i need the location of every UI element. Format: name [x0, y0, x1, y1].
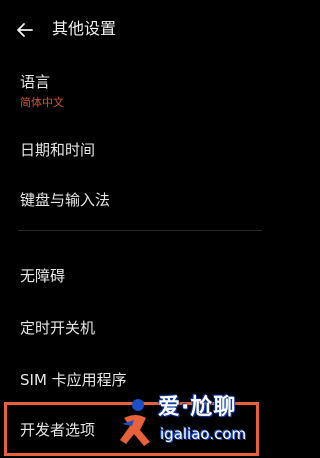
menu-item-label: 语言	[20, 73, 51, 91]
settings-screen: 其他设置 语言 简体中文 日期和时间 键盘与输入法 无障碍 定时开关机 SIM …	[0, 0, 262, 458]
arrow-left-icon	[12, 17, 38, 43]
header-bar: 其他设置	[0, 0, 262, 60]
runner-logo-icon	[116, 396, 160, 452]
menu-item-label: 无障碍	[20, 267, 66, 285]
menu-item-sublabel: 简体中文	[20, 96, 64, 109]
menu-item-label: 键盘与输入法	[20, 191, 111, 209]
menu-item-date-time[interactable]: 日期和时间	[0, 128, 262, 172]
watermark-url: igaliao.com	[160, 425, 247, 443]
section-divider	[18, 230, 262, 231]
menu-item-scheduled-power[interactable]: 定时开关机	[0, 306, 262, 350]
page-title: 其他设置	[52, 19, 117, 38]
back-button[interactable]	[12, 17, 38, 43]
menu-item-keyboard-input[interactable]: 键盘与输入法	[0, 178, 262, 222]
menu-item-language[interactable]: 语言 简体中文	[0, 64, 262, 116]
menu-item-label: 日期和时间	[20, 141, 96, 159]
menu-item-accessibility[interactable]: 无障碍	[0, 254, 262, 298]
menu-item-label: 定时开关机	[20, 319, 96, 337]
watermark-logo: 爱·尬聊 igaliao.com	[116, 392, 262, 458]
menu-item-label: SIM 卡应用程序	[20, 371, 127, 389]
watermark-title: 爱·尬聊	[158, 395, 237, 420]
